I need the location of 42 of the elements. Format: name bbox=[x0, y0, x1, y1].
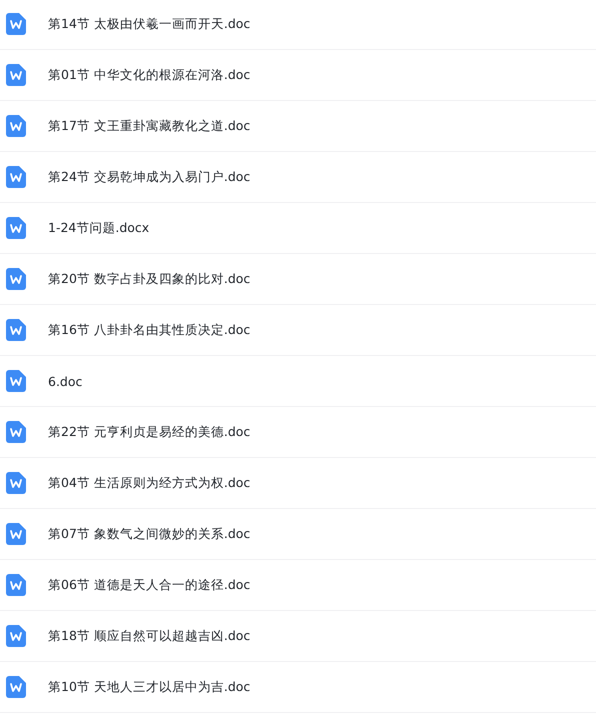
file-row[interactable]: 第04节 生活原则为经方式为权.doc bbox=[0, 458, 596, 509]
file-name: 第24节 交易乾坤成为入易门户.doc bbox=[48, 168, 250, 186]
file-row[interactable]: 第07节 象数气之间微妙的关系.doc bbox=[0, 509, 596, 560]
file-row[interactable]: 第18节 顺应自然可以超越吉凶.doc bbox=[0, 611, 596, 662]
word-file-icon bbox=[6, 319, 26, 341]
file-row[interactable]: 第20节 数字占卦及四象的比对.doc bbox=[0, 254, 596, 305]
file-row[interactable]: 第14节 太极由伏羲一画而开天.doc bbox=[0, 0, 596, 50]
file-name: 第22节 元亨利贞是易经的美德.doc bbox=[48, 424, 250, 440]
file-name: 第10节 天地人三才以居中为吉.doc bbox=[48, 678, 250, 696]
word-file-icon bbox=[6, 472, 26, 494]
file-row[interactable]: 1-24节问题.docx bbox=[0, 203, 596, 254]
word-file-icon bbox=[6, 13, 26, 35]
file-row[interactable]: 第01节 中华文化的根源在河洛.doc bbox=[0, 50, 596, 101]
word-file-icon bbox=[6, 574, 26, 596]
file-row[interactable]: 第16节 八卦卦名由其性质决定.doc bbox=[0, 305, 596, 356]
file-name: 6.doc bbox=[48, 374, 82, 388]
file-name: 第16节 八卦卦名由其性质决定.doc bbox=[48, 322, 250, 338]
file-row[interactable]: 6.doc bbox=[0, 356, 596, 407]
file-name: 第04节 生活原则为经方式为权.doc bbox=[48, 474, 250, 492]
word-file-icon bbox=[6, 421, 26, 443]
file-name: 第20节 数字占卦及四象的比对.doc bbox=[48, 270, 250, 288]
file-row[interactable]: 第10节 天地人三才以居中为吉.doc bbox=[0, 662, 596, 713]
word-file-icon bbox=[6, 217, 26, 239]
file-name: 第14节 太极由伏羲一画而开天.doc bbox=[48, 16, 250, 32]
file-name: 第06节 道德是天人合一的途径.doc bbox=[48, 576, 250, 594]
word-file-icon bbox=[6, 166, 26, 188]
word-file-icon bbox=[6, 64, 26, 86]
word-file-icon bbox=[6, 268, 26, 290]
word-file-icon bbox=[6, 676, 26, 698]
word-file-icon bbox=[6, 115, 26, 137]
file-name: 1-24节问题.docx bbox=[48, 220, 150, 236]
file-name: 第01节 中华文化的根源在河洛.doc bbox=[48, 66, 250, 84]
file-row[interactable]: 第06节 道德是天人合一的途径.doc bbox=[0, 560, 596, 611]
file-name: 第17节 文王重卦寓藏教化之道.doc bbox=[48, 118, 250, 134]
file-row[interactable]: 第22节 元亨利贞是易经的美德.doc bbox=[0, 407, 596, 458]
file-name: 第07节 象数气之间微妙的关系.doc bbox=[48, 526, 250, 542]
word-file-icon bbox=[6, 523, 26, 545]
word-file-icon bbox=[6, 625, 26, 647]
file-name: 第18节 顺应自然可以超越吉凶.doc bbox=[48, 628, 250, 644]
word-file-icon bbox=[6, 370, 26, 392]
file-row[interactable]: 第17节 文王重卦寓藏教化之道.doc bbox=[0, 101, 596, 152]
file-row[interactable]: 第24节 交易乾坤成为入易门户.doc bbox=[0, 152, 596, 203]
